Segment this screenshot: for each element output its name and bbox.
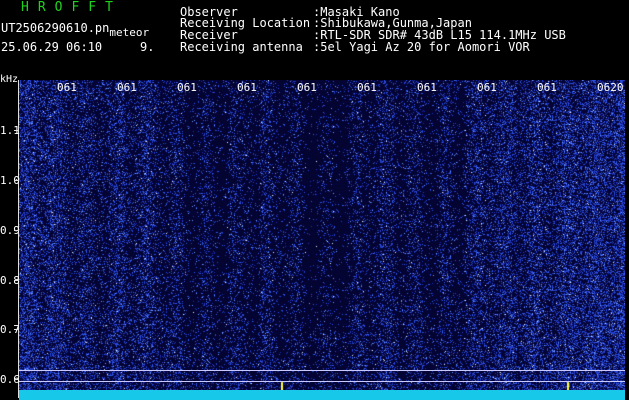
- time-label: 061: [57, 82, 77, 93]
- spectrogram-window: HROFFT UT2506290610.pnmeteor 25.06.29 06…: [0, 0, 629, 400]
- time-label: 061: [237, 82, 257, 93]
- y-tick-mark: [14, 329, 19, 330]
- time-label: 061: [357, 82, 377, 93]
- filename-label: UT2506290610.pnmeteor: [1, 21, 149, 38]
- reference-line-lower: [19, 381, 625, 382]
- info-label-antenna: Receiving antenna: [180, 40, 303, 54]
- spectrogram-plot: [19, 80, 625, 398]
- reference-line-upper: [19, 370, 625, 371]
- y-tick-mark: [14, 130, 19, 131]
- y-tick-mark: [14, 180, 19, 181]
- spectrogram-noise-canvas: [19, 80, 625, 398]
- y-axis-unit: kHz: [0, 74, 19, 85]
- time-label: 061: [117, 82, 137, 93]
- index-label: 9.: [140, 40, 155, 54]
- filename-text: UT2506290610.pn: [1, 21, 110, 35]
- y-tick-mark: [14, 379, 19, 380]
- time-label: 061: [297, 82, 317, 93]
- time-label: 0620: [597, 82, 624, 93]
- time-label: 061: [177, 82, 197, 93]
- baseline-band: [19, 390, 625, 400]
- app-title: HROFFT: [21, 0, 122, 15]
- y-tick-mark: [14, 280, 19, 281]
- y-tick-mark: [14, 230, 19, 231]
- info-value-antenna: :5el Yagi Az 20 for Aomori VOR: [313, 40, 530, 54]
- datetime-label: 25.06.29 06:10: [1, 40, 103, 54]
- time-label: 061: [477, 82, 497, 93]
- filename-suffix: meteor: [109, 26, 150, 39]
- time-label: 061: [417, 82, 437, 93]
- time-label: 061: [537, 82, 557, 93]
